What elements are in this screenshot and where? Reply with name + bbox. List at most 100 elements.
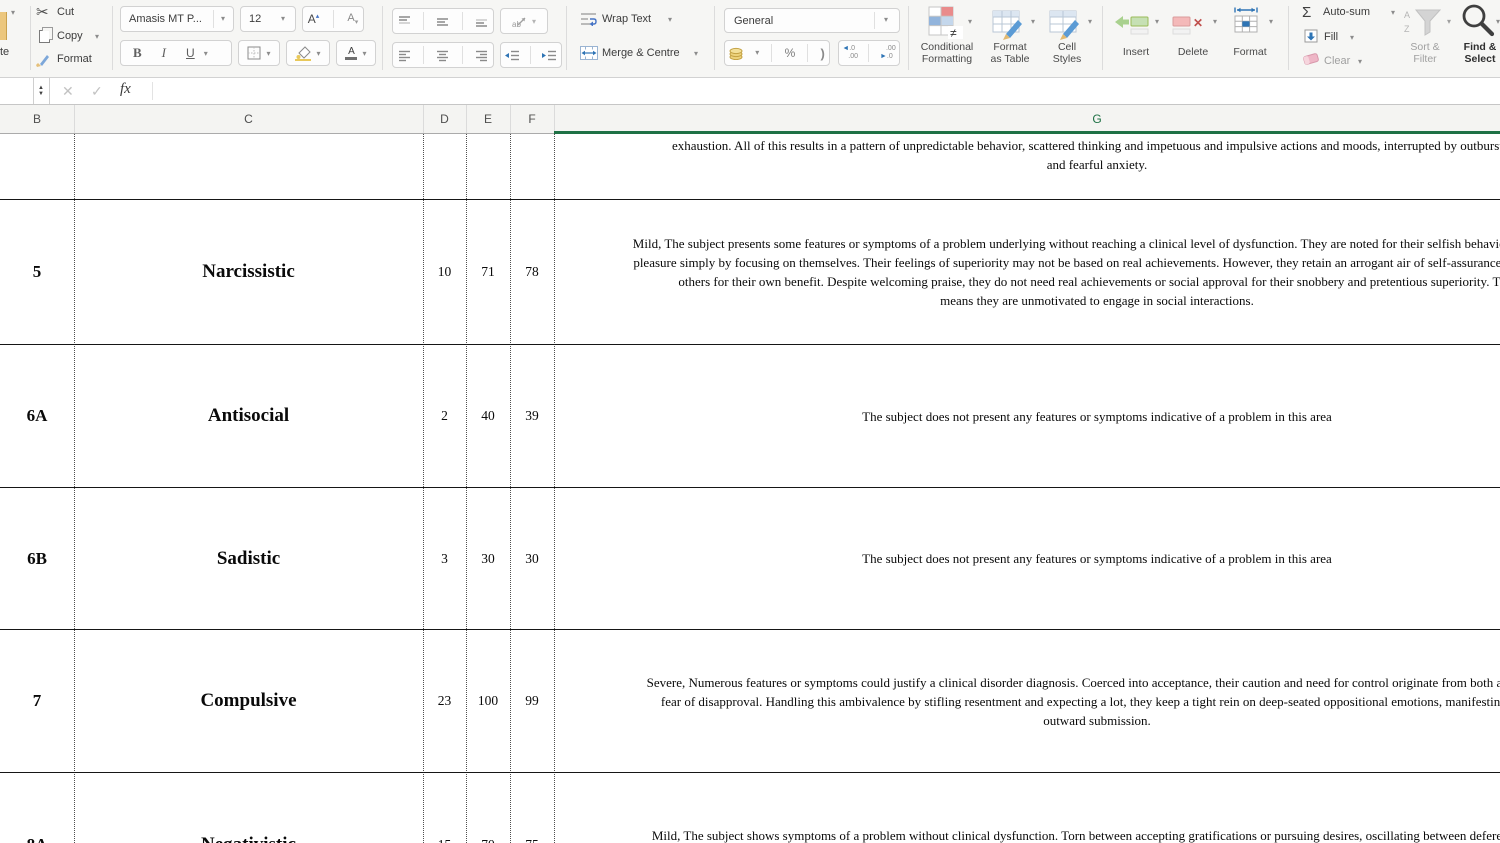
format-cells-icon[interactable] [1228, 6, 1264, 36]
cell-score-3[interactable]: 99 [510, 630, 554, 772]
cell-styles-caret[interactable]: ▾ [1088, 18, 1092, 26]
column-header-g-selected[interactable]: G [554, 105, 1500, 133]
cell-description[interactable]: exhaustion. All of this results in a pat… [554, 134, 1500, 199]
paste-dropdown-caret[interactable]: ▾ [11, 9, 15, 17]
fill-down-icon[interactable] [1304, 29, 1318, 43]
align-middle-icon[interactable] [435, 15, 450, 28]
find-select-caret[interactable]: ▾ [1496, 18, 1500, 26]
sort-filter-icon[interactable]: A Z [1402, 6, 1444, 38]
shrink-font-button[interactable]: A▾ [347, 12, 358, 26]
copy-dropdown-caret[interactable]: ▾ [95, 33, 99, 41]
cell-scale-name[interactable]: Antisocial [74, 345, 423, 487]
format-as-table-button[interactable]: Format as Table [991, 41, 1030, 65]
cell-score-3[interactable]: 30 [510, 488, 554, 629]
find-select-icon[interactable] [1460, 2, 1498, 38]
clear-caret[interactable]: ▾ [1358, 58, 1362, 66]
autosum-icon[interactable]: Σ [1302, 4, 1311, 21]
cell-scale-code[interactable]: 6B [0, 488, 74, 629]
cell-score-3[interactable]: 39 [510, 345, 554, 487]
cut-button[interactable]: Cut [57, 6, 74, 18]
decrease-indent-icon[interactable] [504, 49, 521, 62]
format-as-table-icon[interactable] [992, 8, 1028, 40]
table-row-narcissistic[interactable]: 5 Narcissistic 10 71 78 Mild, The subjec… [0, 200, 1500, 345]
wrap-text-button[interactable]: Wrap Text [602, 13, 651, 25]
cell-score-2[interactable]: 70 [466, 773, 510, 843]
comma-style-button[interactable]: ) [821, 46, 825, 61]
wrap-text-caret[interactable]: ▾ [668, 16, 672, 24]
clear-button[interactable]: Clear [1324, 55, 1350, 67]
increase-decimal-button[interactable]: ◄.0 .00 [842, 45, 858, 61]
align-bottom-icon[interactable] [474, 15, 489, 28]
cell-raw-score[interactable]: 15 [423, 773, 466, 843]
insert-button[interactable]: Insert [1123, 46, 1149, 59]
cell-scale-code[interactable]: 5 [0, 200, 74, 344]
delete-button[interactable]: Delete [1178, 46, 1208, 59]
delete-cells-icon[interactable]: ✕ [1172, 10, 1208, 36]
font-color-icon[interactable]: A [345, 46, 358, 60]
cell-scale-code[interactable]: 6A [0, 345, 74, 487]
table-row-negativistic[interactable]: 8A Negativistic 15 70 75 Mild, The subje… [0, 773, 1500, 843]
cell-description[interactable]: Severe, Numerous features or symptoms co… [554, 630, 1500, 772]
cell-score-3[interactable]: 75 [510, 773, 554, 843]
align-right-icon[interactable] [474, 49, 489, 62]
conditional-formatting-caret[interactable]: ▾ [968, 18, 972, 26]
column-header-f[interactable]: F [510, 105, 554, 133]
column-header-b[interactable]: B [0, 105, 74, 133]
cell-styles-icon[interactable] [1049, 8, 1085, 40]
cell-description[interactable]: Mild, The subject shows symptoms of a pr… [554, 773, 1500, 843]
orientation-caret[interactable]: ▾ [532, 17, 536, 26]
sort-filter-button[interactable]: Sort & Filter [1410, 41, 1439, 65]
sort-filter-caret[interactable]: ▾ [1447, 18, 1451, 26]
cut-icon[interactable]: ✂ [36, 3, 49, 21]
column-header-d[interactable]: D [423, 105, 466, 133]
currency-caret[interactable]: ▾ [755, 49, 759, 57]
cell-styles-button[interactable]: Cell Styles [1053, 41, 1082, 65]
cell-score-2[interactable]: 40 [466, 345, 510, 487]
format-painter-button[interactable]: Format [57, 53, 92, 65]
table-row-antisocial[interactable]: 6A Antisocial 2 40 39 The subject does n… [0, 345, 1500, 488]
cell-scale-name[interactable]: Narcissistic [74, 200, 423, 344]
grow-font-button[interactable]: A▴ [308, 12, 320, 26]
formula-input[interactable] [153, 78, 1500, 104]
align-center-icon[interactable] [435, 49, 450, 62]
percent-style-button[interactable]: % [785, 46, 796, 60]
fill-button[interactable]: Fill [1324, 31, 1338, 43]
fill-color-caret[interactable]: ▾ [316, 49, 320, 58]
column-header-e[interactable]: E [466, 105, 510, 133]
underline-caret[interactable]: ▾ [204, 49, 208, 58]
align-left-icon[interactable] [397, 49, 412, 62]
cell-score-2[interactable]: 30 [466, 488, 510, 629]
cell-description[interactable]: The subject does not present any feature… [554, 488, 1500, 629]
cell-scale-name[interactable]: Compulsive [74, 630, 423, 772]
bold-button[interactable]: B [133, 45, 142, 61]
align-top-icon[interactable] [397, 15, 412, 28]
merge-centre-icon[interactable] [580, 46, 598, 60]
enter-icon[interactable]: ✓ [91, 83, 103, 100]
font-size-caret[interactable]: ▾ [281, 15, 285, 23]
paste-icon[interactable] [0, 12, 7, 40]
text-orientation-icon[interactable]: ab [512, 14, 528, 28]
format-painter-icon[interactable] [36, 51, 52, 67]
column-header-c[interactable]: C [74, 105, 423, 133]
autosum-button[interactable]: Auto-sum [1323, 6, 1370, 18]
table-row-compulsive[interactable]: 7 Compulsive 23 100 99 Severe, Numerous … [0, 630, 1500, 773]
borders-caret[interactable]: ▾ [266, 49, 270, 58]
borders-icon[interactable] [247, 46, 261, 60]
copy-button[interactable]: Copy [57, 30, 83, 42]
italic-button[interactable]: I [162, 45, 166, 61]
format-as-table-caret[interactable]: ▾ [1031, 18, 1035, 26]
fill-caret[interactable]: ▾ [1350, 34, 1354, 42]
font-name-caret[interactable]: ▾ [221, 15, 225, 23]
cell-score-2[interactable]: 71 [466, 200, 510, 344]
merge-centre-button[interactable]: Merge & Centre [602, 47, 680, 59]
cell-score-3[interactable]: 78 [510, 200, 554, 344]
conditional-formatting-button[interactable]: Conditional Formatting [921, 41, 974, 65]
cell-scale-code[interactable]: 8A [0, 773, 74, 843]
delete-cells-caret[interactable]: ▾ [1213, 18, 1217, 26]
format-cells-button[interactable]: Format [1233, 46, 1266, 59]
cell-scale-name[interactable]: Sadistic [74, 488, 423, 629]
cell-raw-score[interactable]: 10 [423, 200, 466, 344]
insert-cells-caret[interactable]: ▾ [1155, 18, 1159, 26]
cell-scale-name[interactable]: Negativistic [74, 773, 423, 843]
font-color-caret[interactable]: ▾ [362, 49, 366, 58]
